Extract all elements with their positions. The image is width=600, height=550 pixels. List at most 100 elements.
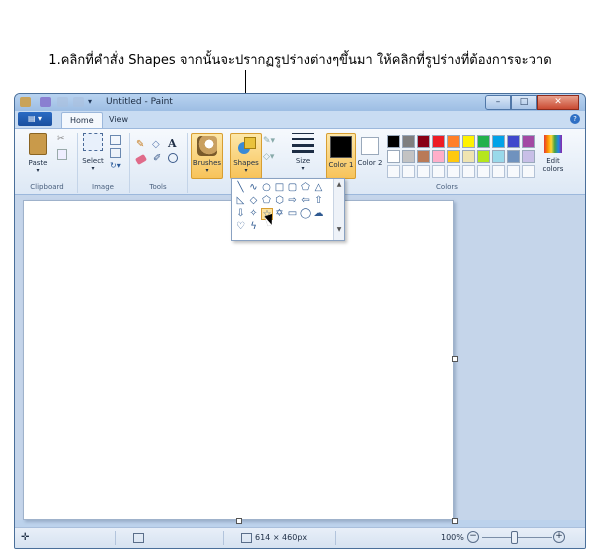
customize-quick-access-icon[interactable]: ▾ bbox=[88, 97, 99, 107]
palette-color-swatch[interactable] bbox=[417, 135, 430, 148]
down-arrow-shape-icon[interactable]: ⇩ bbox=[235, 208, 246, 219]
redo-icon[interactable] bbox=[73, 97, 84, 107]
palette-color-swatch[interactable] bbox=[507, 135, 520, 148]
resize-handle-right[interactable] bbox=[452, 356, 458, 362]
heart-shape-icon[interactable]: ♡ bbox=[235, 221, 246, 232]
palette-color-swatch[interactable] bbox=[462, 150, 475, 163]
palette-color-swatch[interactable] bbox=[432, 135, 445, 148]
pentagon-shape-icon[interactable]: ⬠ bbox=[261, 195, 272, 206]
pencil-icon[interactable]: ✎ bbox=[136, 139, 144, 150]
eraser-icon[interactable] bbox=[134, 153, 148, 166]
palette-color-swatch[interactable] bbox=[402, 150, 415, 163]
custom-color-slot[interactable] bbox=[387, 165, 400, 178]
rounded-rectangle-shape-icon[interactable]: ▢ bbox=[287, 182, 298, 193]
polygon-shape-icon[interactable]: ⬠ bbox=[300, 182, 311, 193]
up-arrow-shape-icon[interactable]: ⇧ bbox=[313, 195, 324, 206]
select-button[interactable]: Select ▾ bbox=[79, 133, 107, 172]
copy-icon[interactable] bbox=[57, 149, 67, 160]
oval-shape-icon[interactable]: ○ bbox=[261, 182, 272, 193]
custom-color-slot[interactable] bbox=[522, 165, 535, 178]
resize-handle-corner[interactable] bbox=[452, 518, 458, 524]
edit-colors-button[interactable]: Edit colors bbox=[538, 133, 568, 173]
palette-color-swatch[interactable] bbox=[522, 135, 535, 148]
zoom-slider-thumb[interactable] bbox=[511, 531, 518, 544]
save-quick-icon[interactable] bbox=[40, 97, 51, 107]
left-arrow-shape-icon[interactable]: ⇦ bbox=[300, 195, 311, 206]
group-label-clipboard: Clipboard bbox=[30, 183, 64, 191]
palette-color-swatch[interactable] bbox=[432, 150, 445, 163]
zoom-in-button[interactable]: + bbox=[553, 531, 565, 543]
palette-color-swatch[interactable] bbox=[477, 150, 490, 163]
palette-color-swatch[interactable] bbox=[387, 135, 400, 148]
edit-colors-label: Edit colors bbox=[542, 157, 564, 173]
cut-icon[interactable]: ✂ bbox=[57, 135, 66, 144]
palette-color-swatch[interactable] bbox=[477, 135, 490, 148]
magnifier-icon[interactable] bbox=[168, 153, 178, 163]
outline-icon[interactable]: ✎▾ bbox=[263, 136, 275, 146]
palette-color-swatch[interactable] bbox=[447, 135, 460, 148]
palette-color-swatch[interactable] bbox=[492, 150, 505, 163]
lightning-shape-icon[interactable]: ϟ bbox=[248, 221, 259, 232]
palette-color-swatch[interactable] bbox=[492, 135, 505, 148]
color2-button[interactable]: Color 2 bbox=[357, 133, 383, 177]
custom-color-slot[interactable] bbox=[447, 165, 460, 178]
minimize-button[interactable]: – bbox=[485, 95, 511, 110]
palette-color-swatch[interactable] bbox=[507, 150, 520, 163]
right-arrow-shape-icon[interactable]: ⇨ bbox=[287, 195, 298, 206]
title-bar: ▾ Untitled - Paint – □ ✕ bbox=[15, 94, 585, 111]
palette-color-swatch[interactable] bbox=[417, 150, 430, 163]
custom-color-slot[interactable] bbox=[462, 165, 475, 178]
resize-handle-bottom[interactable] bbox=[236, 518, 242, 524]
palette-color-swatch[interactable] bbox=[462, 135, 475, 148]
palette-color-swatch[interactable] bbox=[402, 135, 415, 148]
right-triangle-shape-icon[interactable]: ◺ bbox=[235, 195, 246, 206]
maximize-button[interactable]: □ bbox=[511, 95, 537, 110]
paste-button[interactable]: Paste ▾ bbox=[21, 133, 55, 174]
text-icon[interactable]: A bbox=[168, 137, 177, 150]
four-point-star-shape-icon[interactable]: ✧ bbox=[248, 208, 259, 219]
palette-color-swatch[interactable] bbox=[387, 150, 400, 163]
color1-button[interactable]: Color 1 bbox=[326, 133, 356, 179]
paint-app-icon[interactable] bbox=[20, 97, 31, 107]
curve-shape-icon[interactable]: ∿ bbox=[248, 182, 259, 193]
rectangle-shape-icon[interactable]: □ bbox=[274, 182, 285, 193]
size-button[interactable]: Size ▾ bbox=[290, 133, 316, 172]
custom-color-slot[interactable] bbox=[432, 165, 445, 178]
brushes-button[interactable]: Brushes ▾ bbox=[191, 133, 223, 179]
color-picker-icon[interactable]: ✐ bbox=[153, 153, 161, 164]
triangle-shape-icon[interactable]: △ bbox=[313, 182, 324, 193]
help-icon[interactable]: ? bbox=[570, 114, 580, 124]
fill-icon[interactable]: ◇ bbox=[152, 139, 160, 150]
six-point-star-shape-icon[interactable]: ✡ bbox=[274, 208, 285, 219]
size-lines-icon bbox=[292, 133, 314, 153]
custom-color-slot[interactable] bbox=[402, 165, 415, 178]
custom-color-slot[interactable] bbox=[492, 165, 505, 178]
palette-color-swatch[interactable] bbox=[522, 150, 535, 163]
drawing-canvas[interactable] bbox=[23, 200, 454, 520]
paint-menu-button[interactable]: ▤ ▾ bbox=[18, 112, 52, 126]
shapes-gallery-scrollbar[interactable]: ▲ ▼ bbox=[333, 179, 344, 240]
undo-icon[interactable] bbox=[57, 97, 68, 107]
hexagon-shape-icon[interactable]: ⬡ bbox=[274, 195, 285, 206]
crop-icon[interactable] bbox=[110, 135, 121, 145]
palette-color-swatch[interactable] bbox=[447, 150, 460, 163]
zoom-percent: 100% bbox=[441, 533, 464, 542]
oval-callout-shape-icon[interactable]: ◯ bbox=[300, 208, 311, 219]
brushes-label: Brushes bbox=[192, 159, 222, 167]
resize-icon[interactable] bbox=[110, 148, 121, 158]
tab-view[interactable]: View bbox=[101, 112, 136, 127]
fill-style-icon[interactable]: ◇▾ bbox=[263, 152, 274, 162]
diamond-shape-icon[interactable]: ◇ bbox=[248, 195, 259, 206]
cloud-callout-shape-icon[interactable]: ☁ bbox=[313, 208, 324, 219]
shapes-button[interactable]: Shapes ▾ bbox=[230, 133, 262, 179]
custom-color-slot[interactable] bbox=[417, 165, 430, 178]
custom-color-slot[interactable] bbox=[477, 165, 490, 178]
custom-color-slot[interactable] bbox=[507, 165, 520, 178]
zoom-out-button[interactable]: − bbox=[467, 531, 479, 543]
rotate-icon[interactable]: ↻▾ bbox=[110, 161, 121, 170]
shapes-gallery: ▲ ▼ ╲ ∿ ○ □ ▢ ⬠ △ ◺ ◇ ⬠ ⬡ ⇨ ⇦ ⇧ ⇩ ✧ ☆ ✡ ▭ ◯ ☁ ♡ ϟ bbox=[231, 178, 345, 241]
line-shape-icon[interactable]: ╲ bbox=[235, 182, 246, 193]
close-button[interactable]: ✕ bbox=[537, 95, 579, 110]
tab-home[interactable]: Home bbox=[61, 112, 103, 128]
rounded-callout-shape-icon[interactable]: ▭ bbox=[287, 208, 298, 219]
